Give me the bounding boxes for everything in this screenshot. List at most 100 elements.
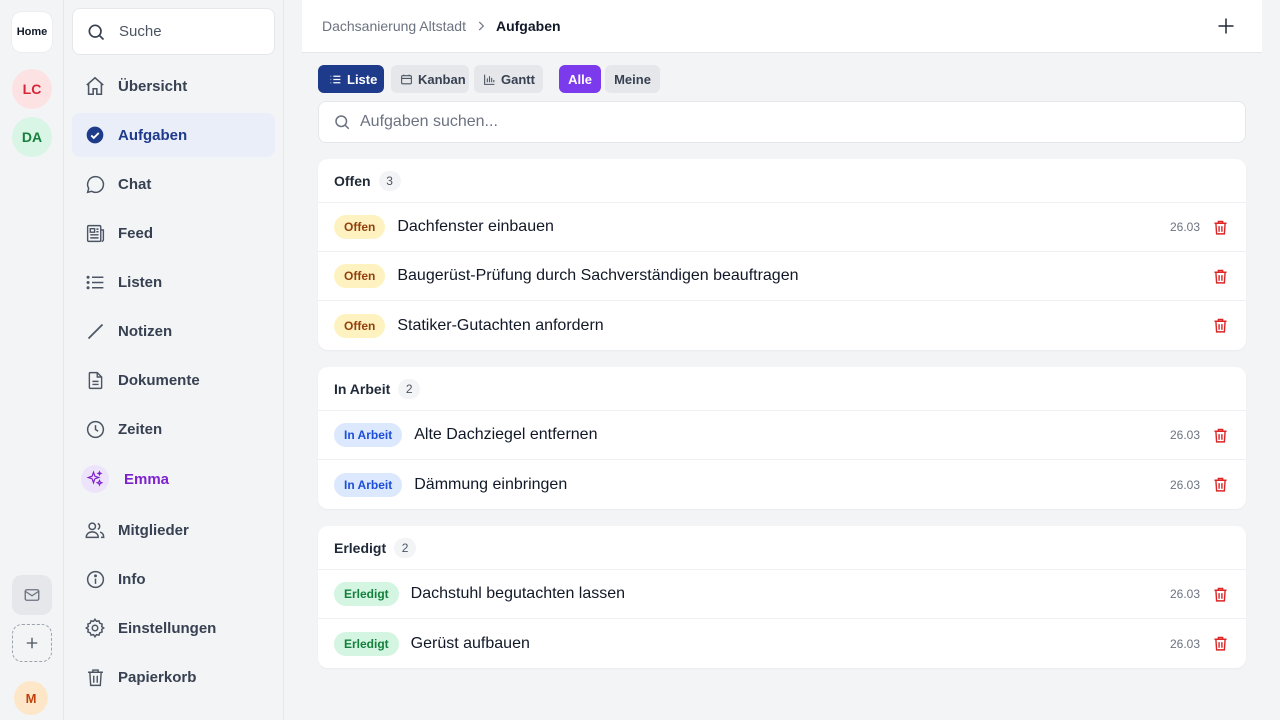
- view-gantt-label: Gantt: [501, 71, 535, 87]
- task-date: 26.03: [1169, 636, 1200, 651]
- task-row[interactable]: Erledigt Dachstuhl begutachten lassen 26…: [318, 570, 1246, 619]
- task-title: Alte Dachziegel entfernen: [414, 426, 598, 443]
- task-group-offen: Offen 3 Offen Dachfenster einbauen 26.03…: [318, 159, 1246, 350]
- filter-meine-button[interactable]: Meine: [605, 65, 660, 93]
- home-button[interactable]: Home: [12, 12, 52, 52]
- sidebar: Suche Übersicht Aufgaben Chat Feed Liste…: [64, 0, 284, 720]
- sidebar-item-emma[interactable]: Emma: [72, 457, 275, 501]
- group-title: Erledigt: [334, 539, 387, 556]
- task-search-input[interactable]: Aufgaben suchen...: [318, 101, 1246, 143]
- breadcrumb-project[interactable]: Dachsanierung Altstadt: [322, 18, 466, 34]
- group-title: Offen: [334, 172, 371, 189]
- delete-task-button[interactable]: [1212, 476, 1229, 493]
- plus-icon: [1218, 18, 1234, 34]
- sidebar-item-label: Notizen: [118, 322, 173, 340]
- user-avatar[interactable]: M: [14, 681, 48, 715]
- view-liste-button[interactable]: Liste: [318, 65, 384, 93]
- task-group-erledigt: Erledigt 2 Erledigt Dachstuhl begutachte…: [318, 526, 1246, 668]
- task-row[interactable]: In Arbeit Dämmung einbringen 26.03: [318, 460, 1246, 509]
- view-kanban-label: Kanban: [418, 71, 466, 87]
- delete-task-button[interactable]: [1212, 635, 1229, 652]
- sidebar-item-zeiten[interactable]: Zeiten: [72, 407, 275, 451]
- check-circle-icon: [84, 124, 106, 146]
- search-icon: [333, 113, 351, 131]
- delete-task-button[interactable]: [1212, 268, 1229, 285]
- sidebar-item-dokumente[interactable]: Dokumente: [72, 358, 275, 402]
- group-title: In Arbeit: [334, 380, 391, 397]
- task-title: Dämmung einbringen: [414, 475, 568, 493]
- chevron-right-icon: [474, 19, 488, 33]
- trash-icon: [1214, 636, 1227, 651]
- list-icon: [84, 271, 106, 293]
- sidebar-item-chat[interactable]: Chat: [72, 162, 275, 206]
- trash-icon: [1214, 587, 1227, 602]
- trash-icon: [1214, 220, 1227, 235]
- add-workspace-button[interactable]: [12, 624, 52, 662]
- sidebar-item-label: Info: [118, 570, 146, 588]
- status-badge: Erledigt: [334, 582, 399, 606]
- kanban-icon: [400, 73, 413, 86]
- delete-task-button[interactable]: [1212, 427, 1229, 444]
- sidebar-item-label: Mitglieder: [118, 521, 189, 539]
- workspace-avatar-da[interactable]: DA: [12, 117, 52, 157]
- group-header[interactable]: Offen 3: [318, 159, 1246, 203]
- task-row[interactable]: Offen Dachfenster einbauen 26.03: [318, 203, 1246, 252]
- task-row[interactable]: In Arbeit Alte Dachziegel entfernen 26.0…: [318, 411, 1246, 460]
- view-kanban-button[interactable]: Kanban: [391, 65, 469, 93]
- plus-icon: [23, 634, 41, 652]
- view-gantt-button[interactable]: Gantt: [474, 65, 543, 93]
- add-task-button[interactable]: [1216, 16, 1236, 36]
- task-date: 26.03: [1169, 220, 1200, 234]
- group-header[interactable]: In Arbeit 2: [318, 367, 1246, 411]
- search-icon: [86, 22, 106, 42]
- group-header[interactable]: Erledigt 2: [318, 526, 1246, 570]
- header: Dachsanierung Altstadt Aufgaben: [302, 0, 1262, 53]
- trash-icon: [1214, 318, 1227, 333]
- status-badge: Offen: [334, 215, 386, 239]
- group-count-badge: 2: [394, 537, 417, 558]
- sidebar-item-listen[interactable]: Listen: [72, 260, 275, 304]
- task-row[interactable]: Erledigt Gerüst aufbauen 26.03: [318, 619, 1246, 668]
- sidebar-item-einstellungen[interactable]: Einstellungen: [72, 606, 275, 650]
- sidebar-search-label: Suche: [119, 23, 162, 40]
- pencil-icon: [84, 320, 106, 342]
- delete-task-button[interactable]: [1212, 317, 1229, 334]
- sidebar-item-papierkorb[interactable]: Papierkorb: [72, 655, 275, 699]
- task-title: Statiker-Gutachten anfordern: [397, 316, 604, 334]
- task-title: Dachfenster einbauen: [397, 218, 554, 235]
- trash-icon: [1214, 269, 1227, 284]
- status-badge: Erledigt: [334, 631, 399, 656]
- sidebar-item-notizen[interactable]: Notizen: [72, 309, 275, 353]
- status-badge: Offen: [334, 264, 386, 288]
- sidebar-item-label: Chat: [118, 175, 152, 193]
- mail-button[interactable]: [12, 575, 52, 615]
- sidebar-item-aufgaben[interactable]: Aufgaben: [72, 113, 275, 157]
- breadcrumb-current: Aufgaben: [495, 18, 561, 34]
- sidebar-item-feed[interactable]: Feed: [72, 211, 275, 255]
- users-icon: [84, 519, 106, 541]
- sidebar-item-uebersicht[interactable]: Übersicht: [72, 64, 275, 108]
- document-icon: [84, 369, 106, 391]
- list-icon: [329, 73, 342, 86]
- delete-task-button[interactable]: [1212, 219, 1229, 236]
- filter-alle-button[interactable]: Alle: [559, 65, 601, 93]
- task-row[interactable]: Offen Statiker-Gutachten anfordern: [318, 301, 1246, 350]
- sidebar-item-mitglieder[interactable]: Mitglieder: [72, 508, 275, 552]
- bar-chart-icon: [483, 73, 496, 86]
- main-content: Dachsanierung Altstadt Aufgaben Liste Ka…: [302, 0, 1262, 720]
- workspace-avatar-lc[interactable]: LC: [12, 69, 52, 109]
- sidebar-search[interactable]: Suche: [72, 8, 275, 55]
- status-badge: In Arbeit: [334, 472, 403, 497]
- chat-bubble-icon: [84, 173, 106, 195]
- sidebar-item-info[interactable]: Info: [72, 557, 275, 601]
- sidebar-item-label: Feed: [118, 224, 154, 242]
- delete-task-button[interactable]: [1212, 586, 1229, 603]
- sidebar-item-label: Dokumente: [118, 371, 200, 389]
- task-row[interactable]: Offen Baugerüst-Prüfung durch Sachverstä…: [318, 252, 1246, 301]
- task-date: 26.03: [1169, 428, 1200, 442]
- task-date: 26.03: [1169, 587, 1200, 601]
- status-badge: In Arbeit: [334, 423, 403, 447]
- trash-icon: [1214, 428, 1227, 443]
- sidebar-item-label: Zeiten: [118, 420, 163, 438]
- view-liste-label: Liste: [347, 71, 378, 87]
